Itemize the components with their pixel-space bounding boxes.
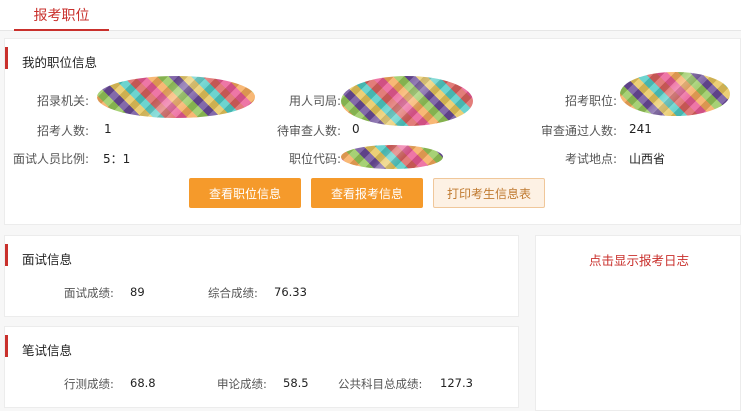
aptitude-score-value: 68.8 bbox=[130, 376, 156, 390]
tab-apply-position[interactable]: 报考职位 bbox=[14, 0, 109, 31]
passed-review-label: 审查通过人数: bbox=[540, 124, 617, 138]
recruiting-agency-label: 招录机关: bbox=[36, 94, 89, 108]
total-score-value: 127.3 bbox=[440, 376, 473, 390]
redacted-recruiting-agency bbox=[97, 76, 255, 118]
composite-score-value: 76.33 bbox=[274, 285, 307, 299]
exam-location-value: 山西省 bbox=[629, 152, 666, 166]
interview-info-title: 面试信息 bbox=[22, 252, 73, 267]
redacted-recruiting-position bbox=[620, 72, 730, 116]
section-accent-bar bbox=[5, 47, 8, 69]
view-position-button[interactable]: 查看职位信息 bbox=[189, 178, 301, 208]
aptitude-score-label: 行测成绩: bbox=[64, 377, 114, 391]
application-log-panel: 点击显示报考日志 bbox=[535, 235, 741, 411]
written-info-panel: 笔试信息 行测成绩: 68.8 申论成绩: 58.5 公共科目总成绩: 127.… bbox=[4, 326, 519, 408]
pending-review-value: 0 bbox=[352, 122, 360, 136]
interview-score-value: 89 bbox=[130, 285, 145, 299]
interview-info-panel: 面试信息 面试成绩: 89 综合成绩: 76.33 bbox=[4, 235, 519, 317]
section-accent-bar bbox=[5, 335, 8, 357]
essay-score-label: 申论成绩: bbox=[217, 377, 267, 391]
interview-score-label: 面试成绩: bbox=[64, 286, 114, 300]
print-candidate-button[interactable]: 打印考生信息表 bbox=[433, 178, 545, 208]
position-code-label: 职位代码: bbox=[288, 152, 341, 166]
top-tab-bar: 报考职位 bbox=[0, 0, 741, 31]
redacted-employing-dept bbox=[341, 76, 473, 126]
position-info-title: 我的职位信息 bbox=[22, 55, 98, 70]
exam-location-label: 考试地点: bbox=[564, 152, 617, 166]
redacted-position-code bbox=[341, 145, 443, 169]
recruiting-position-label: 招考职位: bbox=[564, 94, 617, 108]
interview-ratio-label: 面试人员比例: bbox=[12, 152, 89, 166]
written-info-title: 笔试信息 bbox=[22, 343, 73, 358]
employing-dept-label: 用人司局: bbox=[288, 94, 341, 108]
composite-score-label: 综合成绩: bbox=[208, 286, 258, 300]
essay-score-value: 58.5 bbox=[283, 376, 309, 390]
interview-ratio-value: 5：1 bbox=[103, 152, 131, 166]
recruit-count-label: 招考人数: bbox=[36, 124, 89, 138]
show-log-link[interactable]: 点击显示报考日志 bbox=[536, 250, 741, 269]
total-score-label: 公共科目总成绩: bbox=[338, 377, 423, 391]
pending-review-label: 待审查人数: bbox=[276, 124, 341, 138]
passed-review-value: 241 bbox=[629, 122, 652, 136]
section-accent-bar bbox=[5, 244, 8, 266]
view-application-button[interactable]: 查看报考信息 bbox=[311, 178, 423, 208]
recruit-count-value: 1 bbox=[104, 122, 112, 136]
